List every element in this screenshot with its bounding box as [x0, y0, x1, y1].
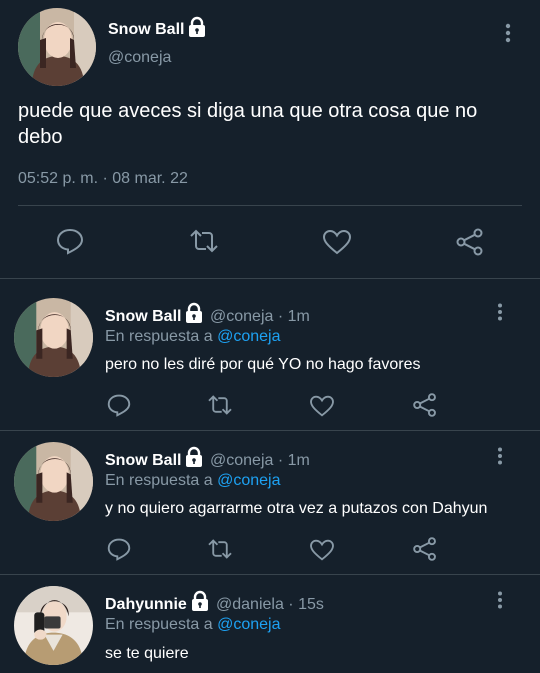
replying-prefix: En respuesta a	[105, 328, 213, 345]
handle[interactable]: @coneja	[108, 49, 171, 67]
replying-to: En respuesta a @coneja	[105, 328, 280, 346]
replying-prefix: En respuesta a	[105, 616, 213, 633]
reply-icon[interactable]	[55, 227, 85, 260]
avatar[interactable]	[14, 442, 93, 521]
like-icon[interactable]	[309, 539, 335, 566]
tweet-text: pero no les diré por qué YO no hago favo…	[105, 356, 421, 373]
display-name[interactable]: Snow Ball	[108, 21, 184, 39]
retweet-icon[interactable]	[206, 538, 234, 565]
divider	[18, 205, 522, 206]
lock-icon	[183, 302, 205, 329]
handle[interactable]: @daniela · 15s	[216, 596, 324, 614]
handle-text: @coneja	[210, 452, 274, 469]
divider	[0, 278, 540, 279]
relative-time: · 15s	[288, 596, 324, 613]
handle-text: @coneja	[210, 308, 274, 325]
more-options-icon[interactable]	[493, 446, 507, 471]
mention-link[interactable]: @coneja	[217, 616, 280, 633]
replying-to: En respuesta a @coneja	[105, 472, 280, 490]
lock-icon	[186, 16, 208, 43]
more-options-icon[interactable]	[500, 22, 516, 49]
share-icon[interactable]	[455, 227, 485, 262]
avatar[interactable]	[18, 8, 96, 86]
mention-link[interactable]: @coneja	[217, 328, 280, 345]
reply-icon[interactable]	[106, 393, 132, 422]
like-icon[interactable]	[322, 229, 352, 260]
retweet-icon[interactable]	[206, 394, 234, 421]
handle[interactable]: @coneja · 1m	[210, 308, 310, 326]
avatar[interactable]	[14, 586, 93, 665]
display-name[interactable]: Snow Ball	[105, 452, 181, 470]
relative-time: · 1m	[277, 308, 310, 325]
avatar[interactable]	[14, 298, 93, 377]
tweet-timestamp[interactable]: 05:52 p. m. · 08 mar. 22	[18, 170, 188, 188]
lock-icon	[183, 446, 205, 473]
main-tweet: Snow Ball @coneja puede que aveces si di…	[0, 0, 540, 278]
share-icon[interactable]	[412, 536, 438, 567]
like-icon[interactable]	[309, 395, 335, 422]
handle-text: @daniela	[216, 596, 284, 613]
divider	[0, 430, 540, 431]
more-options-icon[interactable]	[493, 590, 507, 615]
retweet-icon[interactable]	[188, 228, 220, 259]
tweet-text: puede que aveces si diga una que otra co…	[18, 100, 478, 148]
share-icon[interactable]	[412, 392, 438, 423]
lock-icon	[189, 590, 211, 617]
replying-to: En respuesta a @coneja	[105, 616, 280, 634]
more-options-icon[interactable]	[493, 302, 507, 327]
mention-link[interactable]: @coneja	[217, 472, 280, 489]
tweet-text: se te quiere	[105, 645, 189, 662]
replying-prefix: En respuesta a	[105, 472, 213, 489]
divider	[0, 574, 540, 575]
relative-time: · 1m	[277, 452, 310, 469]
display-name[interactable]: Snow Ball	[105, 308, 181, 326]
display-name[interactable]: Dahyunnie	[105, 596, 187, 614]
tweet-text: y no quiero agarrarme otra vez a putazos…	[105, 500, 488, 517]
handle[interactable]: @coneja · 1m	[210, 452, 310, 470]
reply-icon[interactable]	[106, 537, 132, 566]
